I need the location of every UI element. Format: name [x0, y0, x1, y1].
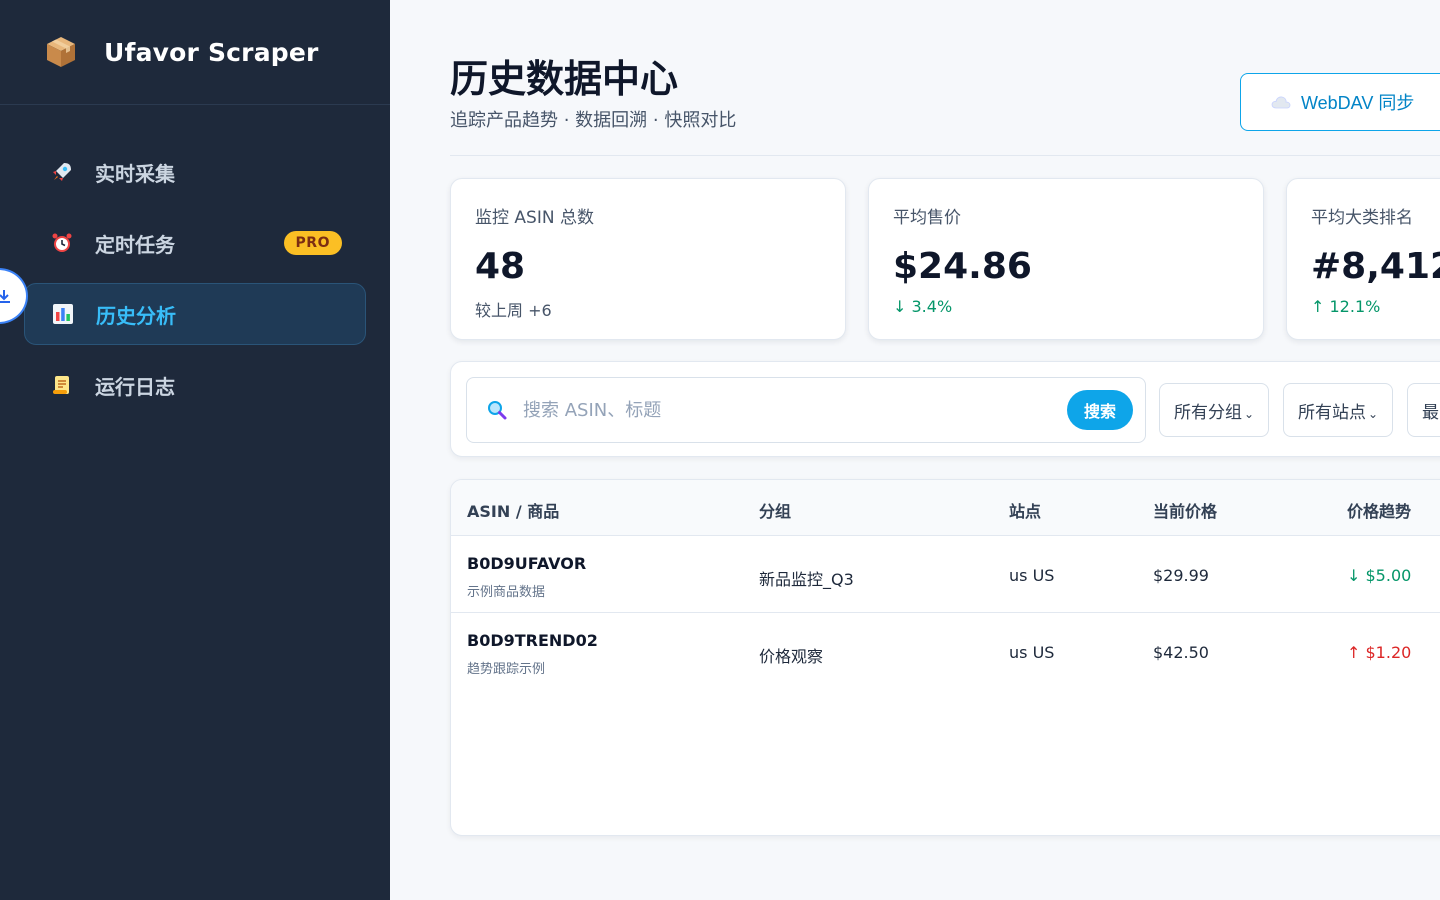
sidebar-item-label: 历史分析: [96, 303, 176, 328]
sidebar-item-label: 运行日志: [95, 374, 175, 399]
row-group: 价格观察: [759, 647, 824, 666]
column-header-price: 当前价格: [1153, 502, 1218, 521]
row-price: $42.50: [1153, 643, 1209, 662]
stat-value: $24.86: [893, 246, 1032, 287]
search-icon: [488, 401, 507, 420]
brand: Ufavor Scraper: [0, 0, 390, 105]
stat-card-avg-rank: 平均大类排名 #8,412 ↑ 12.1%: [1286, 178, 1440, 340]
header-divider: [450, 155, 1440, 156]
range-select[interactable]: 最: [1407, 383, 1440, 437]
table-row[interactable]: B0D9UFAVOR 示例商品数据 新品监控_Q3 us US $29.99 ↓…: [451, 536, 1440, 613]
alarm-clock-icon: [50, 231, 74, 255]
stat-label: 监控 ASIN 总数: [475, 208, 594, 228]
history-table: ASIN / 商品 分组 站点 当前价格 价格趋势 B0D9UFAVOR 示例商…: [450, 479, 1440, 836]
page-subtitle: 追踪产品趋势 · 数据回溯 · 快照对比: [450, 110, 737, 131]
sidebar: Ufavor Scraper 实时采集 定时任务 PRO 历史分析 运行日志: [0, 0, 390, 900]
row-asin: B0D9TREND02: [467, 631, 598, 650]
sidebar-item-label: 实时采集: [95, 161, 175, 186]
search-input[interactable]: [523, 399, 1043, 421]
chevron-down-icon: ⌄: [1244, 407, 1255, 421]
column-header-trend: 价格趋势: [1347, 502, 1412, 521]
table-row[interactable]: B0D9TREND02 趋势跟踪示例 价格观察 us US $42.50 ↑ $…: [451, 613, 1440, 690]
table-header: ASIN / 商品 分组 站点 当前价格 价格趋势: [451, 480, 1440, 536]
stat-change: ↑ 12.1%: [1311, 297, 1381, 316]
stat-change: ↓ 3.4%: [893, 297, 953, 316]
stat-label: 平均售价: [893, 208, 961, 228]
row-group: 新品监控_Q3: [759, 570, 854, 589]
row-site: us US: [1009, 643, 1055, 662]
filter-bar: 搜索 所有分组⌄ 所有站点⌄ 最: [450, 361, 1440, 457]
group-select[interactable]: 所有分组 ⌄: [1159, 383, 1269, 437]
package-box-icon: [47, 37, 75, 67]
webdav-sync-label: WebDAV 同步: [1301, 93, 1415, 113]
main-content: 历史数据中心 追踪产品趋势 · 数据回溯 · 快照对比 WebDAV 同步 监控…: [390, 0, 1440, 900]
sidebar-item-label: 定时任务: [95, 232, 175, 257]
site-select[interactable]: 所有站点 ⌄: [1283, 383, 1393, 437]
brand-title: Ufavor Scraper: [104, 37, 319, 67]
stat-card-avg-price: 平均售价 $24.86 ↓ 3.4%: [868, 178, 1264, 340]
group-select-value: 所有分组: [1174, 402, 1242, 423]
row-price: $29.99: [1153, 566, 1209, 585]
column-header-site: 站点: [1009, 502, 1042, 521]
site-select-value: 所有站点: [1298, 402, 1366, 423]
sidebar-item-history[interactable]: 历史分析: [24, 283, 366, 345]
webdav-sync-button[interactable]: WebDAV 同步: [1240, 73, 1440, 131]
stat-label: 平均大类排名: [1311, 208, 1413, 228]
search-button[interactable]: 搜索: [1066, 390, 1133, 430]
stat-value: #8,412: [1311, 246, 1440, 287]
search-box: 搜索: [466, 377, 1146, 443]
bar-chart-icon: [51, 302, 75, 326]
download-icon: [0, 290, 10, 303]
stat-change: 较上周 +6: [475, 301, 552, 320]
chevron-down-icon: ⌄: [1368, 407, 1379, 421]
sidebar-item-scheduled[interactable]: 定时任务 PRO: [24, 212, 366, 274]
page-title: 历史数据中心: [450, 57, 679, 101]
row-site: us US: [1009, 566, 1055, 585]
row-trend: ↑ $1.20: [1347, 643, 1412, 662]
column-header-group: 分组: [759, 502, 792, 521]
row-trend: ↓ $5.00: [1347, 566, 1412, 585]
sidebar-item-realtime[interactable]: 实时采集: [24, 141, 366, 203]
scroll-icon: [50, 373, 74, 397]
column-header-asin: ASIN / 商品: [467, 502, 560, 521]
row-product-name: 示例商品数据: [467, 585, 546, 600]
sidebar-item-logs[interactable]: 运行日志: [24, 354, 366, 416]
stat-value: 48: [475, 246, 526, 287]
sidebar-nav: 实时采集 定时任务 PRO 历史分析 运行日志: [0, 105, 390, 416]
stat-card-asin-total: 监控 ASIN 总数 48 较上周 +6: [450, 178, 846, 340]
cloud-icon: [1271, 95, 1291, 109]
pro-badge: PRO: [283, 231, 342, 255]
rocket-icon: [50, 160, 74, 184]
row-product-name: 趋势跟踪示例: [467, 662, 546, 677]
range-select-value: 最: [1422, 402, 1439, 423]
row-asin: B0D9UFAVOR: [467, 554, 587, 573]
